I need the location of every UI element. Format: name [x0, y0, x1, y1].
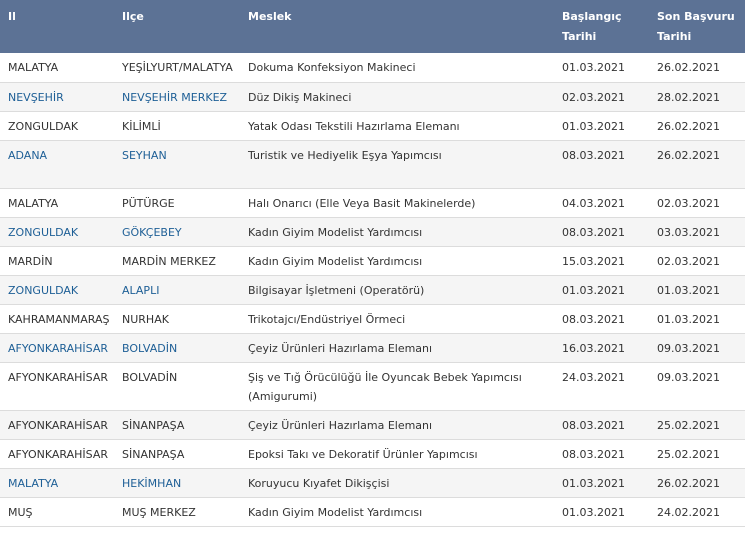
- header-son-basvuru-tarihi[interactable]: Son Başvuru Tarihi: [649, 0, 745, 53]
- cell-ilce: KİLİMLİ: [114, 111, 240, 141]
- cell-ilce: ALAPLI: [114, 275, 240, 305]
- cell-ilce: BOLVADİN: [114, 362, 240, 411]
- cell-meslek: Yatak Odası Tekstili Hazırlama Elemanı: [240, 111, 554, 141]
- cell-baslangic-tarihi: 16.03.2021: [554, 333, 649, 363]
- cell-meslek: Kadın Giyim Modelist Yardımcısı: [240, 497, 554, 527]
- cell-ilce: MARDİN MERKEZ: [114, 246, 240, 276]
- cell-meslek: Çeyiz Ürünleri Hazırlama Elemanı: [240, 410, 554, 440]
- cell-baslangic-tarihi: 08.03.2021: [554, 217, 649, 247]
- cell-son-basvuru-tarihi: 26.02.2021: [649, 53, 745, 83]
- cell-baslangic-tarihi: 24.03.2021: [554, 362, 649, 411]
- cell-il: NEVŞEHİR: [0, 82, 114, 112]
- cell-baslangic-tarihi: 01.03.2021: [554, 111, 649, 141]
- cell-baslangic-tarihi: 15.03.2021: [554, 246, 649, 276]
- header-baslangic-tarihi[interactable]: Başlangıç Tarihi: [554, 0, 649, 53]
- table-row[interactable]: MUŞ MUŞ MERKEZ Kadın Giyim Modelist Yardım…: [0, 497, 745, 527]
- cell-il: MUŞ: [0, 497, 114, 527]
- cell-son-basvuru-tarihi: 28.02.2021: [649, 82, 745, 112]
- cell-meslek: Kadın Giyim Modelist Yardımcısı: [240, 246, 554, 276]
- cell-meslek: Halı Onarıcı (Elle Veya Basit Makinelerd…: [240, 188, 554, 218]
- cell-meslek: Bilgisayar İşletmeni (Operatörü): [240, 275, 554, 305]
- cell-il: MALATYA: [0, 468, 114, 498]
- cell-son-basvuru-tarihi: 09.03.2021: [649, 333, 745, 363]
- cell-son-basvuru-tarihi: 25.02.2021: [649, 439, 745, 469]
- cell-il: AFYONKARAHİSAR: [0, 410, 114, 440]
- cell-ilce: SİNANPAŞA: [114, 410, 240, 440]
- table-row[interactable]: AFYONKARAHİSAR SİNANPAŞA Epoksi Takı ve De…: [0, 439, 745, 469]
- cell-il: MALATYA: [0, 188, 114, 218]
- cell-baslangic-tarihi: 08.03.2021: [554, 304, 649, 334]
- cell-meslek: Koruyucu Kıyafet Dikişçisi: [240, 468, 554, 498]
- cell-son-basvuru-tarihi: 02.03.2021: [649, 246, 745, 276]
- cell-meslek: Düz Dikiş Makineci: [240, 82, 554, 112]
- cell-baslangic-tarihi: 01.03.2021: [554, 497, 649, 527]
- cell-meslek: Çeyiz Ürünleri Hazırlama Elemanı: [240, 333, 554, 363]
- cell-ilce: NEVŞEHİR MERKEZ: [114, 82, 240, 112]
- table-header: Il Ilçe Meslek Başlangıç Tarihi Son Başv…: [0, 0, 745, 53]
- table-row[interactable]: MALATYA PÜTÜRGE Halı Onarıcı (Elle Veya Ba…: [0, 188, 745, 218]
- header-il[interactable]: Il: [0, 0, 114, 53]
- cell-son-basvuru-tarihi: 01.03.2021: [649, 304, 745, 334]
- cell-meslek: Trikotajcı/Endüstriyel Örmeci: [240, 304, 554, 334]
- cell-baslangic-tarihi: 04.03.2021: [554, 188, 649, 218]
- cell-il: AFYONKARAHİSAR: [0, 362, 114, 411]
- cell-il: AFYONKARAHİSAR: [0, 333, 114, 363]
- cell-ilce: PÜTÜRGE: [114, 188, 240, 218]
- cell-il: KAHRAMANMARAŞ: [0, 304, 114, 334]
- table-row[interactable]: ZONGULDAK GÖKÇEBEY Kadın Giyim Modelist Ya…: [0, 217, 745, 247]
- table-row[interactable]: MARDİN MARDİN MERKEZ Kadın Giyim Modelist …: [0, 246, 745, 276]
- cell-meslek: Dokuma Konfeksiyon Makineci: [240, 53, 554, 83]
- cell-son-basvuru-tarihi: 25.02.2021: [649, 410, 745, 440]
- cell-il: AFYONKARAHİSAR: [0, 439, 114, 469]
- course-table: Il Ilçe Meslek Başlangıç Tarihi Son Başv…: [0, 0, 745, 527]
- table-row[interactable]: ZONGULDAK ALAPLI Bilgisayar İşletmeni (Ope…: [0, 275, 745, 305]
- cell-ilce: SEYHAN: [114, 140, 240, 189]
- cell-ilce: MUŞ MERKEZ: [114, 497, 240, 527]
- table-row[interactable]: AFYONKARAHİSAR BOLVADİN Çeyiz Ürünleri Haz…: [0, 333, 745, 363]
- cell-son-basvuru-tarihi: 03.03.2021: [649, 217, 745, 247]
- cell-il: MARDİN: [0, 246, 114, 276]
- table-row[interactable]: MALATYA YEŞİLYURT/MALATYA Dokuma Konfeksiy…: [0, 53, 745, 83]
- cell-son-basvuru-tarihi: 02.03.2021: [649, 188, 745, 218]
- cell-baslangic-tarihi: 01.03.2021: [554, 468, 649, 498]
- cell-son-basvuru-tarihi: 26.02.2021: [649, 111, 745, 141]
- cell-il: ZONGULDAK: [0, 275, 114, 305]
- cell-ilce: BOLVADİN: [114, 333, 240, 363]
- table-row[interactable]: AFYONKARAHİSAR BOLVADİN Şiş ve Tığ Örücülü…: [0, 362, 745, 411]
- cell-ilce: HEKİMHAN: [114, 468, 240, 498]
- cell-son-basvuru-tarihi: 09.03.2021: [649, 362, 745, 411]
- table-row[interactable]: ADANA SEYHAN Turistik ve Hediyelik Eşya Ya…: [0, 140, 745, 189]
- cell-meslek: Turistik ve Hediyelik Eşya Yapımcısı: [240, 140, 554, 189]
- cell-son-basvuru-tarihi: 26.02.2021: [649, 468, 745, 498]
- table-row[interactable]: NEVŞEHİR NEVŞEHİR MERKEZ Düz Dikiş Makinec…: [0, 82, 745, 112]
- cell-meslek: Kadın Giyim Modelist Yardımcısı: [240, 217, 554, 247]
- cell-ilce: SİNANPAŞA: [114, 439, 240, 469]
- cell-ilce: GÖKÇEBEY: [114, 217, 240, 247]
- cell-baslangic-tarihi: 01.03.2021: [554, 275, 649, 305]
- cell-il: MALATYA: [0, 53, 114, 83]
- cell-baslangic-tarihi: 08.03.2021: [554, 439, 649, 469]
- cell-ilce: YEŞİLYURT/MALATYA: [114, 53, 240, 83]
- header-meslek[interactable]: Meslek: [240, 0, 554, 53]
- table-row[interactable]: KAHRAMANMARAŞ NURHAK Trikotajcı/Endüstriye…: [0, 304, 745, 334]
- table-row[interactable]: MALATYA HEKİMHAN Koruyucu Kıyafet Dikişçis…: [0, 468, 745, 498]
- cell-ilce: NURHAK: [114, 304, 240, 334]
- cell-meslek: Şiş ve Tığ Örücülüğü İle Oyuncak Bebek Y…: [240, 362, 554, 411]
- cell-baslangic-tarihi: 08.03.2021: [554, 140, 649, 189]
- header-ilce[interactable]: Ilçe: [114, 0, 240, 53]
- table-row[interactable]: ZONGULDAK KİLİMLİ Yatak Odası Tekstili Haz…: [0, 111, 745, 141]
- table-body: MALATYA YEŞİLYURT/MALATYA Dokuma Konfeksiy…: [0, 53, 745, 527]
- cell-son-basvuru-tarihi: 24.02.2021: [649, 497, 745, 527]
- cell-baslangic-tarihi: 01.03.2021: [554, 53, 649, 83]
- cell-son-basvuru-tarihi: 01.03.2021: [649, 275, 745, 305]
- cell-son-basvuru-tarihi: 26.02.2021: [649, 140, 745, 189]
- cell-il: ADANA: [0, 140, 114, 189]
- cell-baslangic-tarihi: 02.03.2021: [554, 82, 649, 112]
- cell-meslek: Epoksi Takı ve Dekoratif Ürünler Yapımcı…: [240, 439, 554, 469]
- cell-il: ZONGULDAK: [0, 217, 114, 247]
- table-row[interactable]: AFYONKARAHİSAR SİNANPAŞA Çeyiz Ürünleri Ha…: [0, 410, 745, 440]
- cell-il: ZONGULDAK: [0, 111, 114, 141]
- cell-baslangic-tarihi: 08.03.2021: [554, 410, 649, 440]
